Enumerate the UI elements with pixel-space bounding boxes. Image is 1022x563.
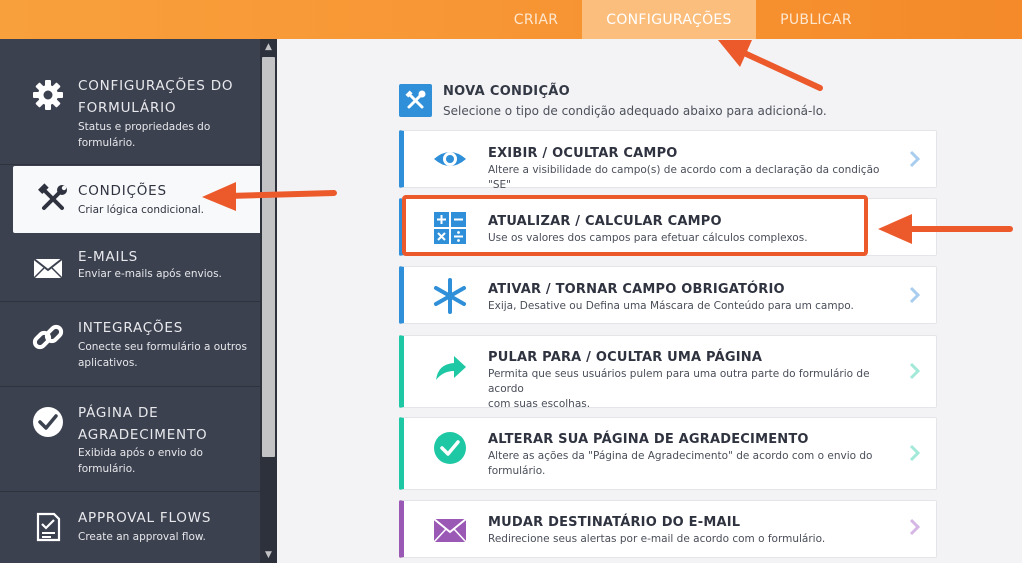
card-description: Altere as ações da "Página de Agradecime… (488, 450, 873, 477)
sidebar-item-subtitle: Status e propriedades do formulário. (78, 121, 211, 149)
scroll-down-arrow-icon[interactable]: ▼ (260, 547, 277, 563)
sidebar-item-subtitle: Enviar e-mails após envios. (78, 268, 222, 280)
sidebar-item-title: CONDIÇÕES (78, 183, 167, 199)
chevron-right-icon (909, 150, 921, 168)
sidebar: CONFIGURAÇÕES DO FORMULÁRIO Status e prop… (0, 39, 260, 563)
card-description: Redirecione seus alertas por e-mail de a… (488, 533, 826, 545)
tools-icon (405, 90, 426, 109)
sidebar-item-title: CONFIGURAÇÕES DO FORMULÁRIO (78, 78, 234, 116)
sidebar-item-title: E-MAILS (78, 249, 138, 265)
card-title: MUDAR DESTINATÁRIO DO E-MAIL (488, 515, 741, 530)
card-title: PULAR PARA / OCULTAR UMA PÁGINA (488, 350, 763, 365)
envelope-icon (33, 258, 63, 279)
scrollbar-thumb[interactable] (262, 57, 275, 457)
check-circle-icon (434, 432, 466, 464)
card-description: Altere a visibilidade do campo(s) de aco… (488, 164, 880, 191)
sidebar-item-approval-flows[interactable]: APPROVAL FLOWS Create an approval flow. (0, 493, 260, 563)
card-description: Exija, Desative ou Defina uma Máscara de… (488, 300, 854, 312)
annotation-arrow-icon (718, 40, 823, 91)
tab-criar[interactable]: CRIAR (496, 0, 576, 39)
page-title: NOVA CONDIÇÃO (443, 84, 570, 99)
condition-card-change-thank-you[interactable]: ALTERAR SUA PÁGINA DE AGRADECIMENTO Alte… (399, 417, 937, 490)
sidebar-item-subtitle: Exibida após o envio do formulário. (78, 447, 203, 475)
sidebar-item-subtitle: Create an approval flow. (78, 531, 206, 543)
eye-icon (434, 152, 466, 166)
condition-card-enable-require[interactable]: ATIVAR / TORNAR CAMPO OBRIGATÓRIO Exija,… (399, 266, 937, 324)
condition-card-skip-hide-page[interactable]: PULAR PARA / OCULTAR UMA PÁGINA Permita … (399, 335, 937, 410)
top-navigation-bar: CRIAR CONFIGURAÇÕES PUBLICAR (0, 0, 1022, 39)
chevron-right-icon (909, 286, 921, 304)
sidebar-item-title: PÁGINA DE AGRADECIMENTO (78, 405, 208, 443)
tab-configuracoes[interactable]: CONFIGURAÇÕES (582, 0, 756, 39)
sidebar-item-thank-you-page[interactable]: PÁGINA DE AGRADECIMENTO Exibida após o en… (0, 388, 260, 492)
card-description: Permita que seus usuários pulem para uma… (488, 368, 870, 410)
envelope-icon (433, 518, 467, 543)
gear-icon (33, 80, 63, 110)
condition-card-change-email-recipient[interactable]: MUDAR DESTINATÁRIO DO E-MAIL Redirecione… (399, 500, 937, 558)
sidebar-item-subtitle: Criar lógica condicional. (78, 204, 205, 216)
sidebar-item-integrations[interactable]: INTEGRAÇÕES Conecte seu formulário a out… (0, 303, 260, 387)
asterisk-icon (434, 278, 466, 314)
card-title: ALTERAR SUA PÁGINA DE AGRADECIMENTO (488, 432, 809, 447)
annotation-highlight-box (402, 195, 868, 256)
sidebar-item-title: APPROVAL FLOWS (78, 510, 212, 526)
check-circle-icon (33, 407, 63, 437)
sidebar-scrollbar[interactable]: ▲ ▼ (260, 39, 277, 563)
chevron-right-icon (909, 518, 921, 536)
approval-doc-icon (36, 512, 61, 542)
sidebar-item-subtitle: Conecte seu formulário a outros aplicativ… (78, 341, 247, 369)
chevron-right-icon (909, 444, 921, 462)
condition-card-show-hide[interactable]: EXIBIR / OCULTAR CAMPO Altere a visibili… (399, 130, 937, 191)
card-title: ATIVAR / TORNAR CAMPO OBRIGATÓRIO (488, 282, 785, 297)
sidebar-item-form-settings[interactable]: CONFIGURAÇÕES DO FORMULÁRIO Status e prop… (0, 39, 260, 165)
link-icon (32, 324, 64, 350)
sidebar-item-conditions[interactable]: CONDIÇÕES Criar lógica condicional. (13, 166, 260, 233)
card-title: EXIBIR / OCULTAR CAMPO (488, 146, 678, 161)
chevron-right-icon (909, 362, 921, 380)
sidebar-item-emails[interactable]: E-MAILS Enviar e-mails após envios. (0, 234, 260, 302)
page-subtitle: Selecione o tipo de condição adequado ab… (443, 104, 827, 118)
scroll-up-arrow-icon[interactable]: ▲ (260, 39, 277, 55)
sidebar-item-title: INTEGRAÇÕES (78, 320, 184, 336)
tab-publicar[interactable]: PUBLICAR (762, 0, 870, 39)
share-arrow-icon (436, 356, 466, 380)
tools-icon (38, 183, 67, 210)
new-condition-icon (399, 84, 432, 117)
